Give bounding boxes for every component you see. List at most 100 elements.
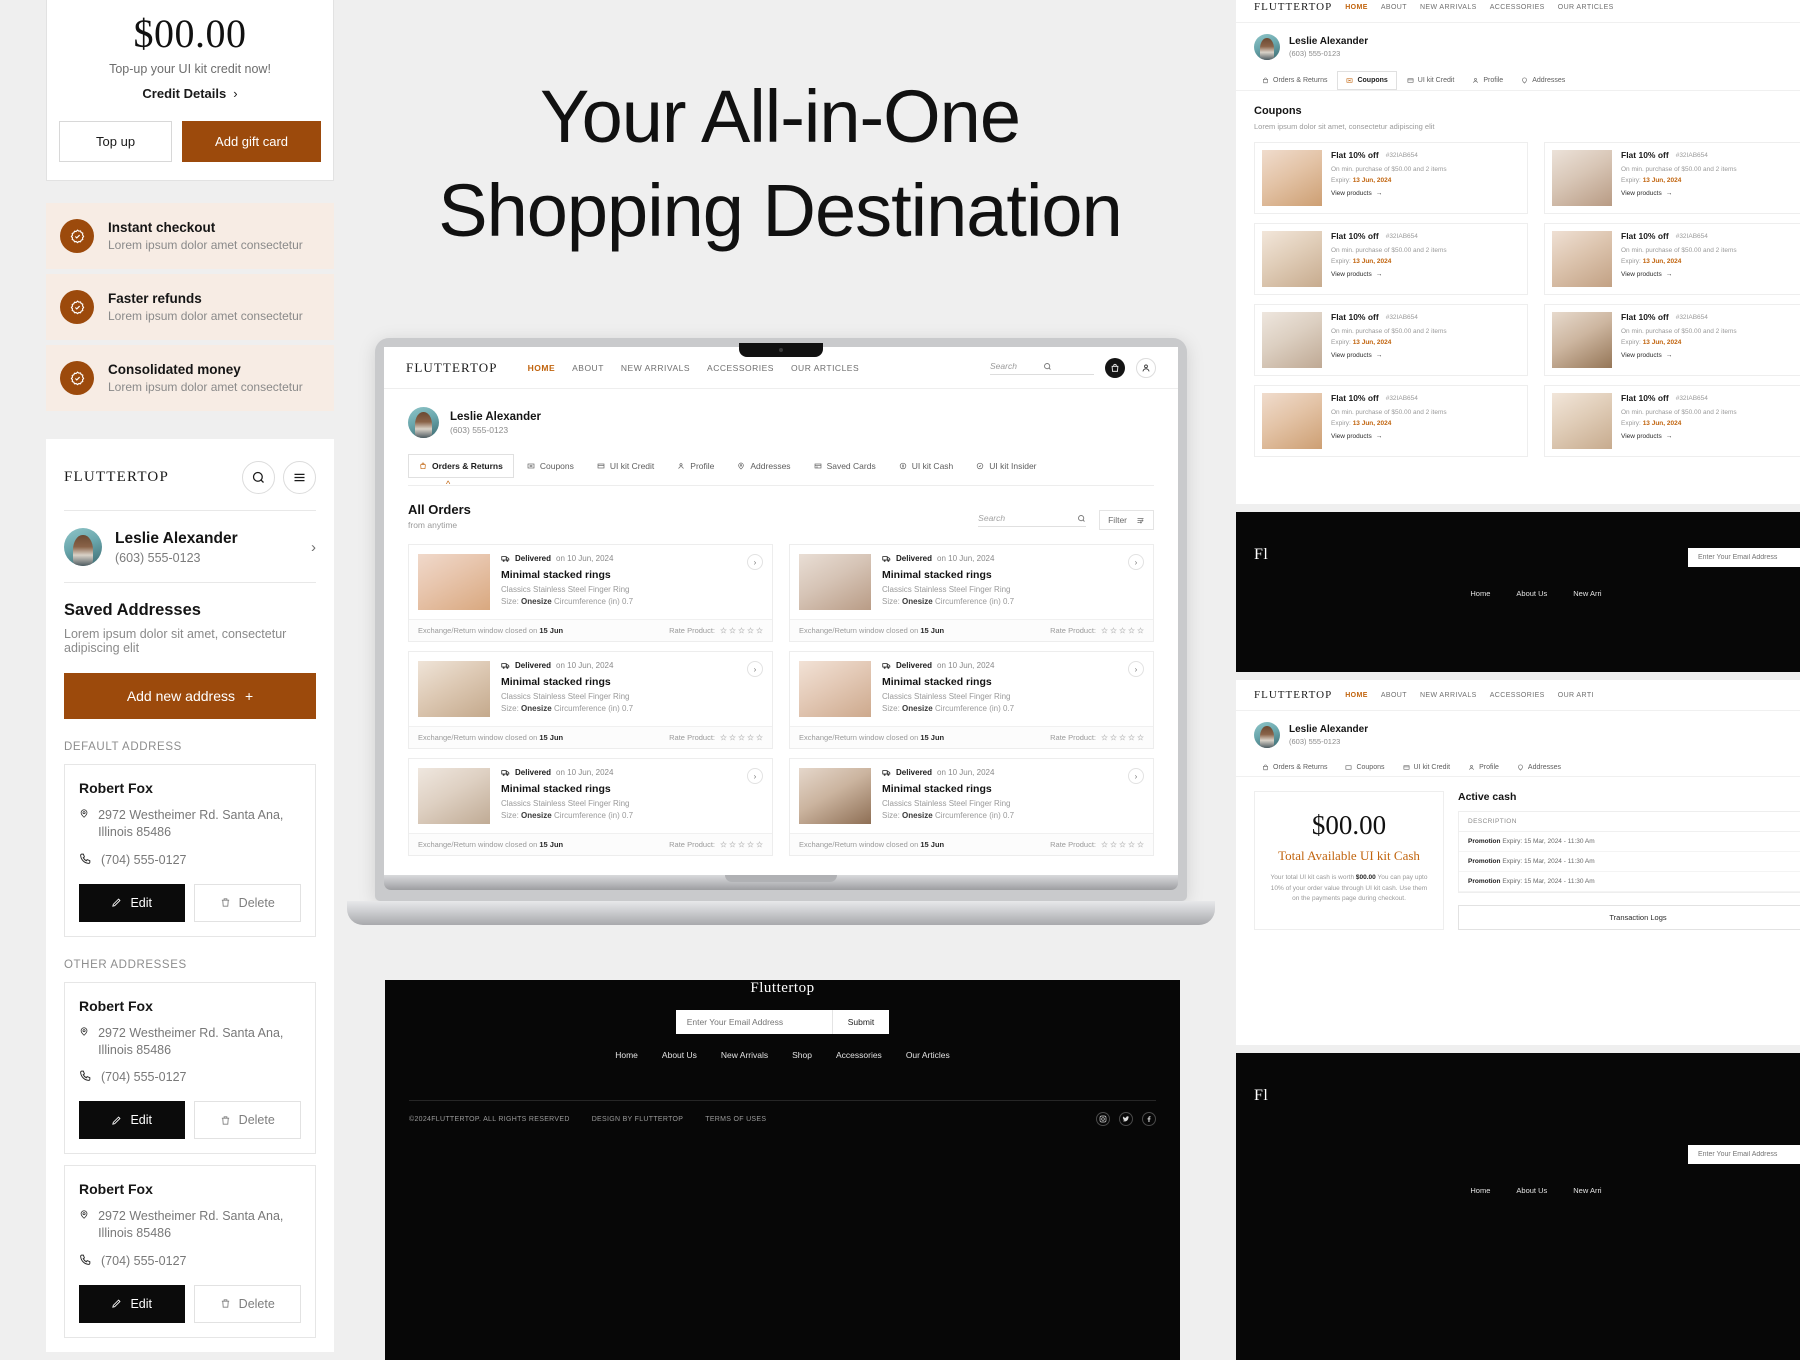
view-products-link[interactable]: View products →	[1621, 352, 1737, 359]
coupon-card[interactable]: Flat 10% off #32IAB654 On min. purchase …	[1544, 385, 1800, 457]
preview-tab-addresses[interactable]: Addresses	[1509, 759, 1569, 776]
edit-address-button[interactable]: Edit	[79, 883, 185, 922]
email-input[interactable]	[1688, 548, 1800, 567]
order-detail-arrow[interactable]: ›	[747, 661, 763, 677]
footer-link-new-arrivals[interactable]: New Arrivals	[721, 1050, 768, 1060]
preview-nav-accessories[interactable]: ACCESSORIES	[1490, 692, 1545, 699]
star-rating[interactable]	[720, 734, 763, 741]
order-card[interactable]: Delivered on 10 Jun, 2024 Minimal stacke…	[408, 758, 773, 856]
preview-nav-our-articles[interactable]: OUR ARTI	[1558, 692, 1594, 699]
preview-tab-addresses[interactable]: Addresses	[1513, 71, 1573, 90]
rate-product[interactable]: Rate Product:	[1050, 626, 1144, 635]
preview-nav-home[interactable]: HOME	[1345, 692, 1368, 699]
preview-nav-new-arrivals[interactable]: NEW ARRIVALS	[1420, 4, 1477, 11]
terms-link[interactable]: TERMS OF USES	[705, 1116, 766, 1123]
order-card[interactable]: Delivered on 10 Jun, 2024 Minimal stacke…	[789, 758, 1154, 856]
preview-tab-coupons[interactable]: Coupons	[1337, 71, 1397, 90]
cart-icon[interactable]	[1105, 358, 1125, 378]
site-search-input[interactable]: Search	[990, 361, 1094, 375]
footer-link-accessories[interactable]: Accessories	[836, 1050, 882, 1060]
star-rating[interactable]	[1101, 627, 1144, 634]
email-input[interactable]	[1688, 1145, 1800, 1164]
rate-product[interactable]: Rate Product:	[669, 626, 763, 635]
tab-ui-kit-cash[interactable]: UI kit Cash	[889, 455, 964, 477]
order-detail-arrow[interactable]: ›	[1128, 768, 1144, 784]
preview-nav-our-articles[interactable]: OUR ARTICLES	[1558, 4, 1614, 11]
delete-address-button[interactable]: Delete	[193, 883, 301, 922]
nav-link-about[interactable]: ABOUT	[572, 363, 604, 373]
rate-product[interactable]: Rate Product:	[1050, 840, 1144, 849]
tab-profile[interactable]: Profile	[667, 455, 724, 477]
preview-tab-credit[interactable]: UI kit Credit	[1399, 71, 1463, 90]
preview-tab-profile[interactable]: Profile	[1460, 759, 1507, 776]
preview-nav-new-arrivals[interactable]: NEW ARRIVALS	[1420, 692, 1477, 699]
order-detail-arrow[interactable]: ›	[1128, 554, 1144, 570]
email-input[interactable]	[675, 1010, 832, 1034]
coupon-card[interactable]: Flat 10% off #32IAB654 On min. purchase …	[1254, 304, 1528, 376]
view-products-link[interactable]: View products →	[1621, 190, 1737, 197]
preview-tab-orders[interactable]: Orders & Returns	[1254, 71, 1335, 90]
order-card[interactable]: Delivered on 10 Jun, 2024 Minimal stacke…	[789, 651, 1154, 749]
nav-link-new-arrivals[interactable]: NEW ARRIVALS	[621, 363, 690, 373]
footer-link-home[interactable]: Home	[615, 1050, 638, 1060]
rate-product[interactable]: Rate Product:	[669, 733, 763, 742]
coupon-card[interactable]: Flat 10% off #32IAB654 On min. purchase …	[1544, 304, 1800, 376]
star-rating[interactable]	[720, 841, 763, 848]
coupon-card[interactable]: Flat 10% off #32IAB654 On min. purchase …	[1254, 385, 1528, 457]
footer-link-our-articles[interactable]: Our Articles	[906, 1050, 950, 1060]
footer-link-shop[interactable]: Shop	[792, 1050, 812, 1060]
add-new-address-button[interactable]: Add new address +	[64, 673, 316, 719]
tab-ui-kit-insider[interactable]: UI kit Insider	[966, 455, 1046, 477]
view-products-link[interactable]: View products →	[1331, 352, 1447, 359]
tab-saved-cards[interactable]: Saved Cards	[804, 455, 886, 477]
delete-address-button[interactable]: Delete	[193, 1101, 301, 1140]
search-icon[interactable]	[242, 461, 275, 494]
coupon-card[interactable]: Flat 10% off #32IAB654 On min. purchase …	[1254, 223, 1528, 295]
footer-link-about-us[interactable]: About Us	[662, 1050, 697, 1060]
rate-product[interactable]: Rate Product:	[669, 840, 763, 849]
footer-link-about-us[interactable]: About Us	[1516, 1186, 1547, 1195]
nav-link-our-articles[interactable]: OUR ARTICLES	[791, 363, 859, 373]
star-rating[interactable]	[1101, 734, 1144, 741]
view-products-link[interactable]: View products →	[1331, 271, 1447, 278]
menu-icon[interactable]	[283, 461, 316, 494]
order-card[interactable]: Delivered on 10 Jun, 2024 Minimal stacke…	[408, 651, 773, 749]
coupon-card[interactable]: Flat 10% off #32IAB654 On min. purchase …	[1544, 142, 1800, 214]
preview-tab-orders[interactable]: Orders & Returns	[1254, 759, 1335, 776]
star-rating[interactable]	[1101, 841, 1144, 848]
order-detail-arrow[interactable]: ›	[1128, 661, 1144, 677]
instagram-icon[interactable]	[1096, 1112, 1110, 1126]
footer-link-new-arrivals[interactable]: New Arri	[1573, 1186, 1601, 1195]
preview-tab-profile[interactable]: Profile	[1464, 71, 1511, 90]
submit-button[interactable]: Submit	[831, 1010, 890, 1034]
top-up-button[interactable]: Top up	[59, 121, 173, 162]
nav-link-accessories[interactable]: ACCESSORIES	[707, 363, 774, 373]
preview-nav-about[interactable]: ABOUT	[1381, 692, 1407, 699]
view-products-link[interactable]: View products →	[1621, 271, 1737, 278]
delete-address-button[interactable]: Delete	[193, 1284, 301, 1323]
footer-link-home[interactable]: Home	[1470, 589, 1490, 598]
footer-link-home[interactable]: Home	[1470, 1186, 1490, 1195]
rate-product[interactable]: Rate Product:	[1050, 733, 1144, 742]
add-gift-card-button[interactable]: Add gift card	[182, 121, 321, 162]
preview-tab-credit[interactable]: UI kit Credit	[1395, 759, 1459, 776]
design-by[interactable]: DESIGN BY FLUTTERTOP	[592, 1116, 684, 1123]
view-products-link[interactable]: View products →	[1331, 190, 1447, 197]
preview-nav-home[interactable]: HOME	[1345, 4, 1368, 11]
transaction-logs-button[interactable]: Transaction Logs	[1458, 905, 1800, 930]
order-detail-arrow[interactable]: ›	[747, 554, 763, 570]
credit-details-link[interactable]: Credit Details ›	[59, 86, 321, 101]
tab-coupons[interactable]: Coupons	[517, 455, 584, 477]
user-profile-row[interactable]: Leslie Alexander (603) 555-0123 ›	[46, 511, 334, 582]
tab-orders-returns[interactable]: Orders & Returns	[408, 454, 514, 478]
tab-addresses[interactable]: Addresses	[727, 455, 800, 477]
preview-tab-coupons[interactable]: Coupons	[1337, 759, 1392, 776]
coupon-card[interactable]: Flat 10% off #32IAB654 On min. purchase …	[1254, 142, 1528, 214]
view-products-link[interactable]: View products →	[1621, 433, 1737, 440]
nav-link-home[interactable]: HOME	[528, 363, 556, 373]
edit-address-button[interactable]: Edit	[79, 1101, 185, 1140]
facebook-icon[interactable]	[1142, 1112, 1156, 1126]
order-detail-arrow[interactable]: ›	[747, 768, 763, 784]
preview-nav-accessories[interactable]: ACCESSORIES	[1490, 4, 1545, 11]
star-rating[interactable]	[720, 627, 763, 634]
